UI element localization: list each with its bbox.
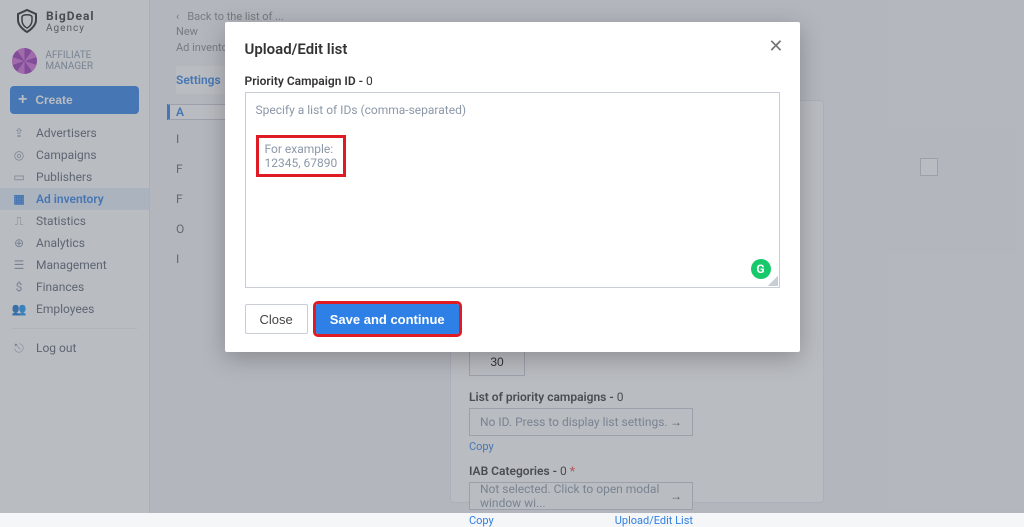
modal-title: Upload/Edit list — [245, 40, 780, 58]
copy-link-2[interactable]: Copy — [469, 514, 494, 527]
textarea-example-line2: 12345, 67890 — [265, 156, 338, 170]
textarea-placeholder: Specify a list of IDs (comma-separated) — [256, 103, 769, 117]
id-list-textarea[interactable]: Specify a list of IDs (comma-separated) … — [245, 92, 780, 288]
modal-actions: Close Save and continue — [245, 304, 780, 334]
textarea-example-line1: For example: — [265, 142, 338, 156]
save-continue-button[interactable]: Save and continue — [316, 304, 459, 334]
close-button[interactable]: Close — [245, 304, 308, 334]
modal-overlay: ✕ Upload/Edit list Priority Campaign ID … — [0, 0, 1024, 513]
upload-edit-modal: ✕ Upload/Edit list Priority Campaign ID … — [225, 22, 800, 352]
resize-handle-icon[interactable] — [768, 276, 778, 286]
upload-edit-list-link[interactable]: Upload/Edit List — [615, 514, 693, 527]
close-icon[interactable]: ✕ — [768, 38, 783, 56]
modal-field-label: Priority Campaign ID - 0 — [245, 74, 780, 88]
textarea-example: For example: 12345, 67890 — [256, 135, 347, 177]
